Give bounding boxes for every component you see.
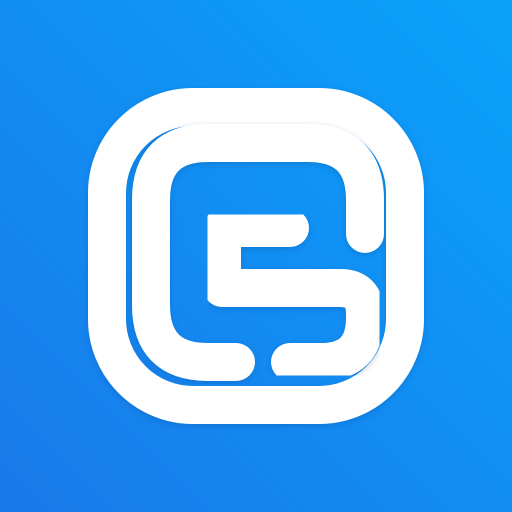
- app-icon: [0, 0, 512, 512]
- icon-background: [0, 0, 512, 512]
